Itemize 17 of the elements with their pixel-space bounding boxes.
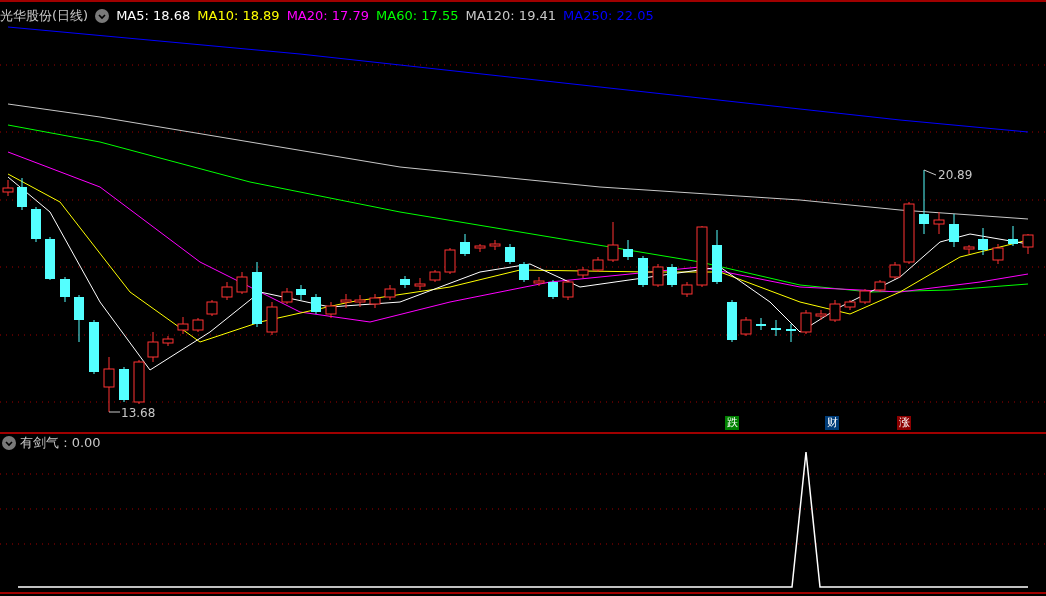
low-price-label: 13.68 [121, 405, 156, 422]
collapse-icon[interactable] [2, 435, 16, 450]
ma-legend-value: MA10: 18.89 [197, 7, 280, 25]
collapse-icon[interactable] [95, 8, 110, 23]
stock-title: 光华股份(日线) [0, 7, 89, 25]
event-marker[interactable]: 跌 [725, 416, 739, 430]
ma-legend-value: MA60: 17.55 [376, 7, 459, 25]
event-marker[interactable]: 财 [825, 416, 839, 430]
ma-legend-value: MA250: 22.05 [563, 7, 654, 25]
ma-legend-value: MA120: 19.41 [465, 7, 557, 25]
leader-line [923, 169, 937, 176]
indicator-label: 有剑气 : 0.00 [20, 434, 101, 452]
event-marker[interactable]: 涨 [897, 416, 911, 430]
leader-line [108, 411, 121, 413]
ma-legend-value: MA5: 18.68 [116, 7, 191, 25]
high-price-label: 20.89 [938, 167, 973, 184]
ma-legend-value: MA20: 17.79 [286, 7, 370, 25]
